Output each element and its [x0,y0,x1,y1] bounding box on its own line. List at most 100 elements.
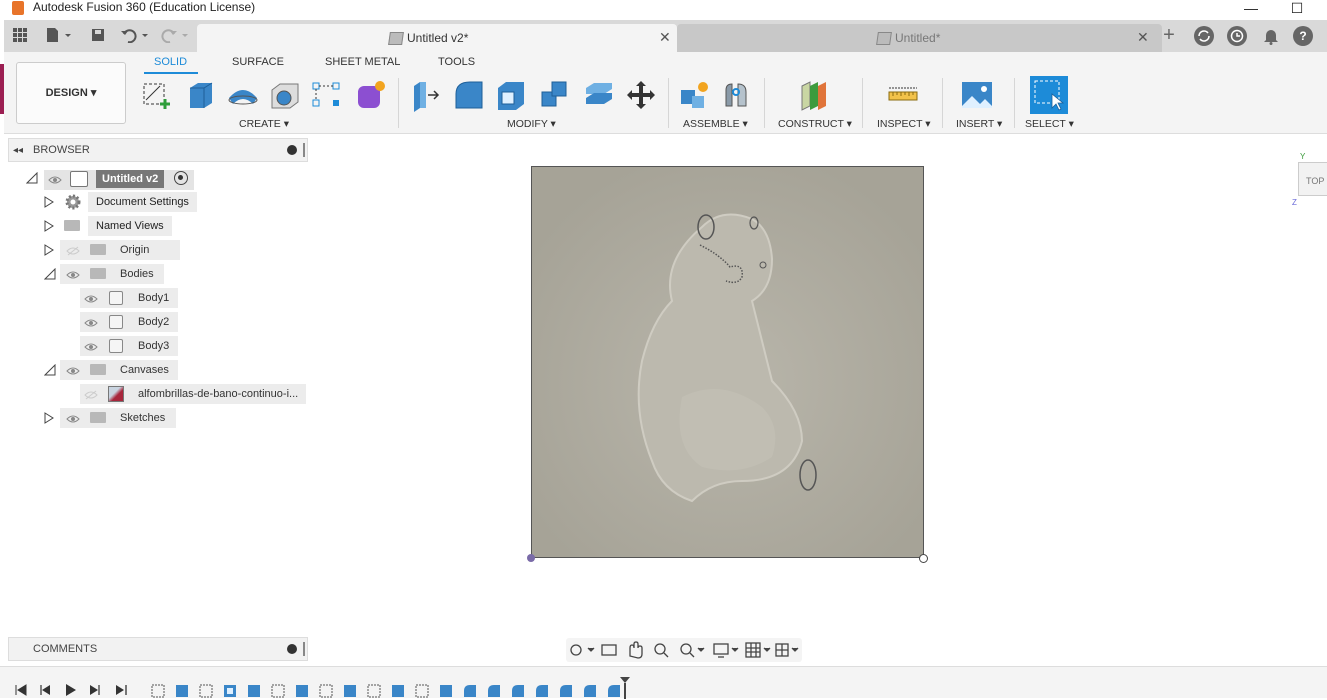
maximize-button[interactable]: ☐ [1274,0,1320,20]
save-icon[interactable] [88,27,108,45]
press-pull-icon[interactable] [408,78,442,112]
body-icon [109,339,123,353]
inspect-menu[interactable]: INSPECT ▾ [877,118,931,130]
job-status-icon[interactable] [1194,26,1214,46]
viewcube[interactable]: TOP Y Z [1292,152,1327,207]
corner-point-icon[interactable] [919,554,928,563]
browser-item-body2[interactable]: Body2 [138,312,169,332]
browser-item-bodies[interactable]: Bodies [120,264,154,284]
insert-menu[interactable]: INSERT ▾ [956,118,1002,130]
play-icon[interactable] [64,683,78,700]
collapse-browser-icon[interactable]: ◂◂ [13,145,23,156]
visibility-eye-icon[interactable] [48,174,62,184]
toolbar: DESIGN ▾ SOLID SURFACE SHEET METAL TOOLS… [4,52,1327,134]
tab-solid[interactable]: SOLID [154,56,187,68]
shell-icon[interactable] [494,78,528,112]
root-label[interactable]: Untitled v2 [96,170,165,188]
collapse-arrow-icon[interactable] [43,363,56,376]
hole-icon[interactable] [268,78,302,112]
go-to-end-icon[interactable] [114,683,128,700]
expand-root-icon[interactable] [25,171,38,184]
extrude-icon[interactable] [184,78,218,112]
split-body-icon[interactable] [582,78,616,112]
browser-item-named-views[interactable]: Named Views [88,216,172,236]
group-divider [1014,78,1015,128]
tab-tools[interactable]: TOOLS [438,56,475,68]
tab-untitled-v2[interactable]: Untitled v2* ✕ [197,24,677,52]
construct-menu[interactable]: CONSTRUCT ▾ [778,118,852,130]
browser-item-canvas-image[interactable]: alfombrillas-de-bano-continuo-i... [138,384,298,404]
revolve-icon[interactable] [226,78,260,112]
move-copy-icon[interactable] [624,78,658,112]
tab-surface[interactable]: SURFACE [232,56,284,68]
group-divider [668,78,669,128]
select-menu[interactable]: SELECT ▾ [1025,118,1074,130]
joint-icon[interactable] [720,78,754,112]
add-comment-icon[interactable] [287,644,297,654]
tab-untitled[interactable]: Untitled* ✕ [677,24,1162,52]
help-icon[interactable]: ? [1293,26,1313,46]
activate-radio-icon[interactable] [174,171,188,185]
combine-icon[interactable] [538,78,572,112]
assemble-menu[interactable]: ASSEMBLE ▾ [683,118,748,130]
browser-item-origin[interactable]: Origin [120,240,149,260]
collapse-arrow-icon[interactable] [43,267,56,280]
create-sketch-icon[interactable] [140,78,174,112]
modify-menu[interactable]: MODIFY ▾ [507,118,556,130]
browser-item-body1[interactable]: Body1 [138,288,169,308]
notification-bell-icon[interactable] [1263,27,1279,45]
browser-header: ◂◂ BROWSER [8,138,308,162]
body-icon [109,291,123,305]
go-to-start-icon[interactable] [14,683,28,700]
new-tab-icon[interactable]: + [1159,25,1179,45]
minimize-button[interactable]: — [1228,0,1274,20]
offset-plane-icon[interactable] [798,78,832,112]
new-component-icon[interactable] [678,78,712,112]
pin-panel-icon[interactable] [303,143,305,157]
expand-arrow-icon[interactable] [44,244,54,256]
close-tab-icon[interactable]: ✕ [659,29,671,46]
measure-icon[interactable] [886,78,920,112]
group-divider [764,78,765,128]
visibility-eye-icon[interactable] [66,413,80,423]
workspace-switcher[interactable]: DESIGN ▾ [16,62,126,124]
browser-item-sketches[interactable]: Sketches [120,408,165,428]
tab-sheet-metal[interactable]: SHEET METAL [325,56,400,68]
undo-icon[interactable] [120,27,152,45]
browser-item-document-settings[interactable]: Document Settings [88,192,197,212]
visibility-eye-icon[interactable] [84,293,98,303]
clock-icon[interactable] [1227,26,1247,46]
timeline-features[interactable] [148,677,638,699]
pin-panel-icon[interactable] [303,642,305,656]
browser-title: BROWSER [33,144,90,156]
file-menu-icon[interactable] [44,27,74,45]
navigation-bar [566,638,802,662]
browser-item-body3[interactable]: Body3 [138,336,169,356]
expand-arrow-icon[interactable] [44,196,54,208]
select-icon[interactable] [1030,76,1068,114]
corner-point-icon[interactable] [527,554,535,562]
folder-icon [90,364,106,375]
minimize-panel-icon[interactable] [287,145,297,155]
app-grid-icon[interactable] [10,27,30,45]
visibility-eye-icon[interactable] [84,341,98,351]
step-forward-icon[interactable] [88,683,102,700]
expand-arrow-icon[interactable] [44,220,54,232]
insert-image-icon[interactable] [960,78,994,112]
hidden-eye-icon[interactable] [84,389,98,400]
expand-arrow-icon[interactable] [44,412,54,424]
step-back-icon[interactable] [38,683,52,700]
visibility-eye-icon[interactable] [66,365,80,375]
visibility-eye-icon[interactable] [66,269,80,279]
create-form-icon[interactable] [354,78,388,112]
fillet-icon[interactable] [452,78,486,112]
close-tab-icon[interactable]: ✕ [1137,29,1149,46]
pattern-icon[interactable] [310,78,344,112]
active-tab-indicator [144,72,198,74]
create-menu[interactable]: CREATE ▾ [239,118,289,130]
browser-item-canvases[interactable]: Canvases [120,360,169,380]
model-relief-panel[interactable] [531,166,924,558]
visibility-eye-icon[interactable] [84,317,98,327]
hidden-eye-icon[interactable] [66,245,80,256]
redo-icon[interactable] [160,27,192,45]
